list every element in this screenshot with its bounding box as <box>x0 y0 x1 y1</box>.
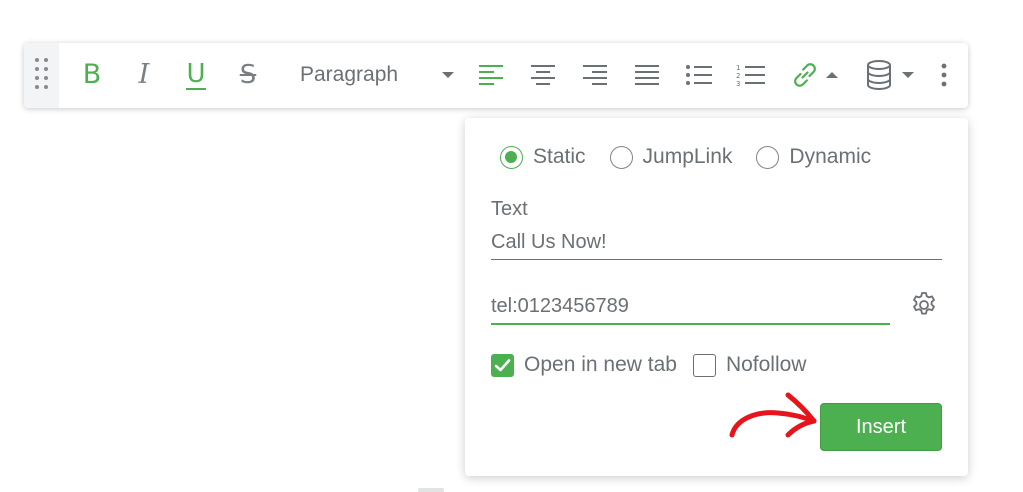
radio-checked-icon <box>500 145 523 169</box>
align-center-icon <box>531 65 555 85</box>
radio-unchecked-icon <box>609 145 633 169</box>
radio-label: Dynamic <box>789 145 872 168</box>
svg-text:2: 2 <box>736 72 740 80</box>
nofollow-checkbox[interactable]: Nofollow <box>692 353 807 377</box>
bullet-list-button[interactable] <box>684 56 714 94</box>
align-justify-button[interactable] <box>632 56 662 94</box>
align-right-icon <box>583 65 607 85</box>
bullet-list-icon <box>686 65 712 85</box>
database-button[interactable] <box>862 56 918 94</box>
radio-label: JumpLink <box>642 145 733 168</box>
bold-button[interactable]: B <box>76 56 108 94</box>
strikethrough-button[interactable]: S <box>232 56 264 94</box>
insert-link-popup: Static JumpLink Dynamic Text Open in new… <box>465 118 968 476</box>
link-text-input[interactable] <box>491 226 942 260</box>
link-text-label: Text <box>491 198 528 220</box>
more-options-button[interactable] <box>934 56 954 94</box>
chevron-down-icon <box>442 72 454 78</box>
strikethrough-icon: S <box>239 60 257 90</box>
checkbox-unchecked-icon <box>692 353 716 377</box>
link-button[interactable] <box>787 56 841 94</box>
nofollow-label: Nofollow <box>725 353 807 376</box>
link-type-static-radio[interactable]: Static <box>500 145 586 169</box>
annotation-arrow-icon <box>729 392 817 438</box>
italic-icon: I <box>138 59 150 90</box>
radio-unchecked-icon <box>756 145 780 169</box>
more-vertical-icon <box>941 63 947 87</box>
link-options: Open in new tab Nofollow <box>491 352 822 378</box>
italic-button[interactable]: I <box>128 56 160 94</box>
numbered-list-icon: 123 <box>736 64 765 87</box>
align-left-icon <box>479 65 503 85</box>
insert-link-button[interactable]: Insert <box>820 403 942 451</box>
editor-content-edge <box>418 488 444 492</box>
drag-handle-icon[interactable] <box>24 43 59 108</box>
block-format-value: Paragraph <box>300 63 399 86</box>
align-left-button[interactable] <box>476 56 506 94</box>
editor-page: B I U S Paragraph 123 Static JumpLink Dy… <box>0 0 1023 492</box>
text-formatting-toolbar: B I U S Paragraph 123 <box>24 43 968 108</box>
database-icon <box>867 60 891 90</box>
bold-icon: B <box>82 59 102 90</box>
link-url-input[interactable] <box>491 290 890 325</box>
chevron-down-icon <box>902 72 914 78</box>
align-justify-icon <box>635 65 659 85</box>
svg-text:3: 3 <box>736 80 740 87</box>
numbered-list-button[interactable]: 123 <box>735 56 767 94</box>
chevron-up-icon <box>826 72 838 78</box>
open-new-tab-label: Open in new tab <box>524 353 677 376</box>
underline-icon: U <box>186 58 206 90</box>
link-icon <box>794 63 816 87</box>
checkbox-checked-icon <box>491 353 514 377</box>
align-center-button[interactable] <box>528 56 558 94</box>
link-settings-button[interactable] <box>909 290 939 320</box>
open-new-tab-checkbox[interactable]: Open in new tab <box>491 353 677 377</box>
link-type-dynamic-radio[interactable]: Dynamic <box>756 145 871 169</box>
svg-text:1: 1 <box>736 64 740 72</box>
underline-button[interactable]: U <box>179 56 213 94</box>
align-right-button[interactable] <box>580 56 610 94</box>
block-format-dropdown[interactable]: Paragraph <box>300 56 460 94</box>
link-type-radio-group: Static JumpLink Dynamic <box>500 144 895 170</box>
radio-label: Static <box>533 145 586 168</box>
link-type-jumplink-radio[interactable]: JumpLink <box>609 145 733 169</box>
gear-icon <box>913 292 935 315</box>
